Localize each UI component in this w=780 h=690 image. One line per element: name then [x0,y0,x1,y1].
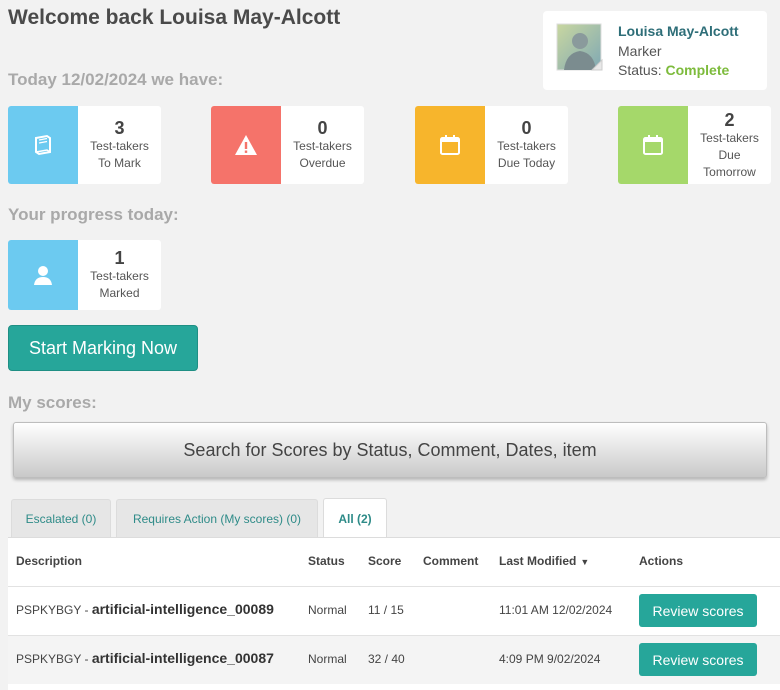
stat-due-tomorrow[interactable]: 2 Test-takers Due Tomorrow [618,106,771,184]
review-scores-button[interactable]: Review scores [639,594,757,627]
start-marking-button[interactable]: Start Marking Now [8,325,198,371]
stat-count: 3 [114,118,125,138]
stat-due-today[interactable]: 0 Test-takers Due Today [415,106,568,184]
scores-heading: My scores: [8,393,97,412]
profile-name[interactable]: Louisa May-Alcott [618,23,739,39]
profile-card: Louisa May-Alcott Marker Status: Complet… [543,11,767,90]
tab-requires-action[interactable]: Requires Action (My scores) (0) [116,499,318,537]
profile-status: Status: Complete [618,62,729,78]
welcome-heading: Welcome back Louisa May-Alcott [8,6,341,29]
today-heading: Today 12/02/2024 we have: [8,70,224,89]
col-description[interactable]: Description [16,554,82,568]
profile-role: Marker [618,43,662,59]
row-score: 32 / 40 [368,652,405,666]
calendar-icon [415,106,485,184]
row-code: PSPKYBGY - [16,652,92,666]
calendar-icon [618,106,688,184]
table-row: PSPKYBGY - artificial-intelligence_00089… [8,586,780,635]
stat-label: Tomorrow [703,164,756,179]
col-actions: Actions [639,554,684,568]
stat-label: Test-takers [700,130,759,145]
row-score: 11 / 15 [368,603,404,617]
stat-overdue[interactable]: 0 Test-takers Overdue [211,106,364,184]
search-scores-toggle[interactable]: Search for Scores by Status, Comment, Da… [13,422,767,478]
user-icon [8,240,78,310]
stat-count: 0 [317,118,328,138]
stat-label: Due Today [497,156,556,170]
row-status: Normal [308,652,347,666]
stat-label: Due [718,147,741,162]
warning-icon [211,106,281,184]
col-comment[interactable]: Comment [423,554,478,568]
table-row: PSPKYBGY - artificial-intelligence_00087… [8,635,780,684]
stat-label: Overdue [299,156,346,170]
sort-down-icon: ▼ [580,557,590,567]
col-last-modified-label: Last Modified [499,554,577,568]
status-label: Status: [618,62,662,78]
progress-heading: Your progress today: [8,205,179,224]
col-status[interactable]: Status [308,554,345,568]
stat-to-mark[interactable]: 3 Test-takers To Mark [8,106,161,184]
row-modified: 4:09 PM 9/02/2024 [499,652,601,666]
row-modified: 11:01 AM 12/02/2024 [499,603,613,617]
tab-all[interactable]: All (2) [323,498,387,538]
stat-count: 0 [521,118,532,138]
row-description: PSPKYBGY - artificial-intelligence_00089 [16,601,274,617]
stat-marked[interactable]: 1 Test-takers Marked [8,240,161,310]
stat-label: Test-takers [497,139,556,153]
row-item-name: artificial-intelligence_00089 [91,601,274,617]
tab-escalated[interactable]: Escalated (0) [11,499,111,537]
stat-label: Marked [99,286,140,300]
stat-count: 2 [724,109,735,130]
book-icon [8,106,78,184]
stat-label: Test-takers [90,269,149,283]
stat-count: 1 [114,248,125,268]
row-item-name: artificial-intelligence_00087 [91,650,274,666]
review-scores-button[interactable]: Review scores [639,643,757,676]
scores-table: Description Status Score Comment Last Mo… [8,537,780,690]
col-last-modified[interactable]: Last Modified ▼ [499,554,589,568]
stat-label: Test-takers [293,139,352,153]
stat-label: To Mark [98,156,141,170]
avatar [556,23,603,71]
stat-label: Test-takers [90,139,149,153]
row-description: PSPKYBGY - artificial-intelligence_00087 [16,650,274,666]
status-value: Complete [665,62,730,78]
col-score[interactable]: Score [368,554,401,568]
row-code: PSPKYBGY - [16,603,92,617]
row-status: Normal [308,603,347,617]
